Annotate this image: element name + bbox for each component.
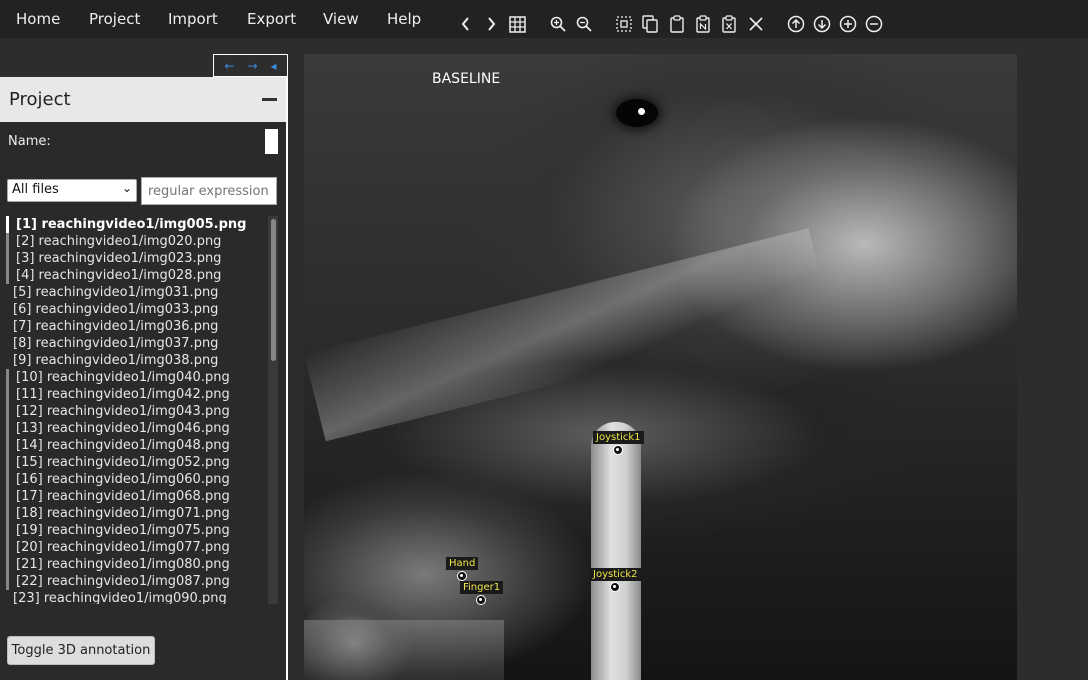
file-list-item[interactable]: [1] reachingvideo1/img005.png [6,216,268,233]
close-icon[interactable] [746,14,766,34]
file-list-item[interactable]: [17] reachingvideo1/img068.png [6,488,268,505]
project-panel-header: Project [0,77,286,122]
keypoint-label-finger1: Finger1 [460,581,504,594]
remove-icon[interactable] [864,14,884,34]
zoom-in-icon[interactable] [548,14,568,34]
file-list-item[interactable]: [5] reachingvideo1/img031.png [6,284,268,301]
top-menu-bar: Home Project Import Export View Help [0,0,1088,38]
file-list-item[interactable]: [11] reachingvideo1/img042.png [6,386,268,403]
arrow-up-icon[interactable] [786,14,806,34]
file-list-item[interactable]: [20] reachingvideo1/img077.png [6,539,268,556]
file-list-item[interactable]: [18] reachingvideo1/img071.png [6,505,268,522]
file-list-item[interactable]: [10] reachingvideo1/img040.png [6,369,268,386]
nav-next-arrow-icon[interactable]: → [247,59,257,73]
menu-import[interactable]: Import [168,10,218,28]
file-filter-value: All files [12,182,59,197]
file-list-item[interactable]: [21] reachingvideo1/img080.png [6,556,268,573]
file-list-item[interactable]: [7] reachingvideo1/img036.png [6,318,268,335]
menu-view[interactable]: View [323,10,359,28]
project-panel: Project Name: All files ⌄ [1] reachingvi… [0,77,288,680]
menu-project[interactable]: Project [89,10,140,28]
file-list-item[interactable]: [2] reachingvideo1/img020.png [6,233,268,250]
image-region-bar [304,620,504,680]
menu-help[interactable]: Help [387,10,421,28]
select-region-icon[interactable] [614,14,634,34]
file-list-item[interactable]: [12] reachingvideo1/img043.png [6,403,268,420]
keypoint-label-hand: Hand [446,557,479,570]
arrow-down-icon[interactable] [812,14,832,34]
file-list-item[interactable]: [9] reachingvideo1/img038.png [6,352,268,369]
file-list-item[interactable]: [19] reachingvideo1/img075.png [6,522,268,539]
file-list-item[interactable]: [13] reachingvideo1/img046.png [6,420,268,437]
nav-prev-arrow-icon[interactable]: ← [224,59,234,73]
file-list-item[interactable]: [6] reachingvideo1/img033.png [6,301,268,318]
image-region-fur [304,228,831,442]
toggle-3d-annotation-button[interactable]: Toggle 3D annotation [7,636,155,665]
keypoint-finger1[interactable] [476,595,486,605]
panel-nav-box: ← → ◂ [213,54,288,77]
file-list-item[interactable]: [3] reachingvideo1/img023.png [6,250,268,267]
paste-n-icon[interactable] [693,14,713,34]
file-list-item[interactable]: [14] reachingvideo1/img048.png [6,437,268,454]
file-list-item[interactable]: [15] reachingvideo1/img052.png [6,454,268,471]
minimize-icon[interactable] [262,98,277,101]
image-region-eye [616,99,658,127]
project-name-label: Name: [8,134,51,149]
nav-collapse-icon[interactable]: ◂ [270,59,276,73]
file-list: [1] reachingvideo1/img005.png [2] reachin… [6,216,268,604]
grid-icon[interactable] [507,14,527,34]
paste-delete-icon[interactable] [719,14,739,34]
file-list-item[interactable]: [23] reachingvideo1/img090.png [6,590,268,604]
file-list-scrollbar[interactable] [271,219,276,361]
file-list-item[interactable]: [8] reachingvideo1/img037.png [6,335,268,352]
file-list-item[interactable]: [4] reachingvideo1/img028.png [6,267,268,284]
zoom-out-icon[interactable] [574,14,594,34]
file-list-item[interactable]: [16] reachingvideo1/img060.png [6,471,268,488]
copy-icon[interactable] [640,14,660,34]
chevron-right-icon[interactable] [481,14,501,34]
project-panel-title: Project [9,89,71,110]
baseline-label: BASELINE [432,71,501,87]
keypoint-joystick2[interactable] [610,582,620,592]
image-region-eye-glint [638,108,645,115]
project-name-field[interactable] [265,129,278,154]
keypoint-joystick1[interactable] [613,445,623,455]
image-region-joystick [591,422,641,680]
annotation-canvas[interactable]: BASELINE Joystick1 Joystick2 Hand Finger… [304,54,1017,680]
regex-filter-input[interactable] [141,177,277,205]
keypoint-hand[interactable] [457,571,467,581]
keypoint-label-joystick2: Joystick2 [590,568,641,581]
file-list-item[interactable]: [22] reachingvideo1/img087.png [6,573,268,590]
paste-icon[interactable] [667,14,687,34]
add-icon[interactable] [838,14,858,34]
menu-home[interactable]: Home [16,10,60,28]
menu-export[interactable]: Export [247,10,296,28]
chevron-down-icon: ⌄ [121,181,132,195]
keypoint-label-joystick1: Joystick1 [593,431,644,444]
file-filter-select[interactable]: All files ⌄ [7,179,137,202]
chevron-left-icon[interactable] [456,14,476,34]
